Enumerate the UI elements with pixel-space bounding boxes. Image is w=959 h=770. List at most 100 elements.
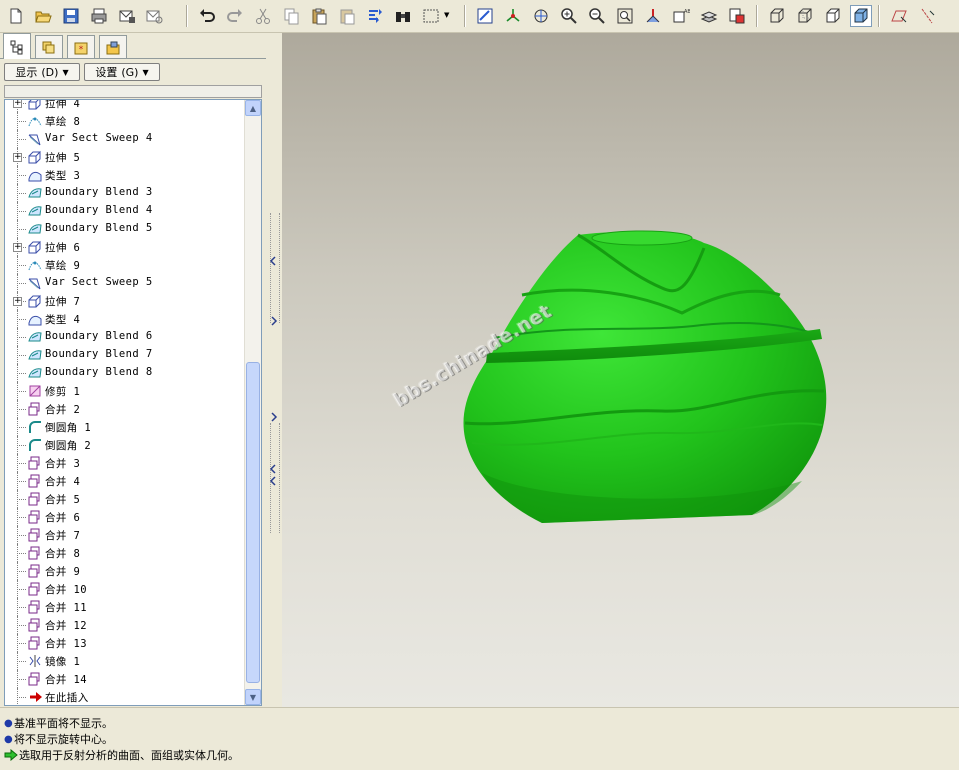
- tree-item[interactable]: 合并 6: [5, 508, 245, 526]
- tree-item[interactable]: Boundary Blend 7: [5, 346, 245, 364]
- find-button[interactable]: [392, 5, 414, 27]
- no-hidden-icon: [826, 8, 840, 23]
- reorient-button[interactable]: [642, 5, 664, 27]
- scroll-down-button[interactable]: ▼: [245, 689, 261, 705]
- tree-item-label: 合并 6: [45, 512, 81, 524]
- graphics-window[interactable]: bbs.chinade.net: [282, 33, 959, 707]
- tree-item[interactable]: 合并 11: [5, 598, 245, 616]
- tree-item[interactable]: Boundary Blend 5: [5, 220, 245, 238]
- tree-item[interactable]: 合并 2: [5, 400, 245, 418]
- tree-item[interactable]: 合并 3: [5, 454, 245, 472]
- tree-item[interactable]: 合并 14: [5, 670, 245, 688]
- scroll-up-button[interactable]: ▲: [245, 100, 261, 116]
- no-hidden-button[interactable]: [822, 5, 844, 27]
- blend-feature-icon: [28, 188, 42, 198]
- tree-item[interactable]: Boundary Blend 4: [5, 202, 245, 220]
- vase-model[interactable]: [282, 33, 959, 707]
- tree-item[interactable]: + 拉伸 5: [5, 148, 245, 166]
- tab-layer-tree[interactable]: [35, 35, 63, 59]
- datum-axes-button[interactable]: [916, 5, 938, 27]
- tree-item[interactable]: 合并 8: [5, 544, 245, 562]
- zoom-out-button[interactable]: [586, 5, 608, 27]
- tree-item[interactable]: 倒圆角 2: [5, 436, 245, 454]
- tree-item-label: Boundary Blend 5: [45, 222, 153, 234]
- expand-toggle[interactable]: +: [13, 153, 22, 162]
- tree-item[interactable]: 合并 7: [5, 526, 245, 544]
- spin-center-button[interactable]: [502, 5, 524, 27]
- tree-item[interactable]: 镜像 1: [5, 652, 245, 670]
- tree-item[interactable]: 草绘 9: [5, 256, 245, 274]
- new-file-button[interactable]: [5, 5, 27, 27]
- tree-item[interactable]: + 拉伸 6: [5, 238, 245, 256]
- expand-toggle[interactable]: +: [13, 243, 22, 252]
- tree-connector: [17, 445, 26, 446]
- open-button[interactable]: [32, 5, 54, 27]
- print-button[interactable]: [88, 5, 110, 27]
- layers-button[interactable]: [698, 5, 720, 27]
- select-box-button[interactable]: [420, 5, 442, 27]
- paste-special-button[interactable]: [336, 5, 358, 27]
- tree-item[interactable]: 类型 4: [5, 310, 245, 328]
- blend-feature-icon: [28, 368, 42, 378]
- tree-item[interactable]: 合并 12: [5, 616, 245, 634]
- hidden-line-button[interactable]: [794, 5, 816, 27]
- refit-button[interactable]: [614, 5, 636, 27]
- tree-item[interactable]: Boundary Blend 8: [5, 364, 245, 382]
- zoom-in-button[interactable]: [558, 5, 580, 27]
- tree-item-label: 合并 4: [45, 476, 81, 488]
- tree-item[interactable]: 倒圆角 1: [5, 418, 245, 436]
- expand-toggle[interactable]: +: [13, 297, 22, 306]
- mirror-feature-icon: [29, 655, 41, 667]
- tree-item-label: 合并 8: [45, 548, 81, 560]
- orient-button[interactable]: [530, 5, 552, 27]
- view-manager-button[interactable]: [726, 5, 748, 27]
- tree-item[interactable]: 合并 13: [5, 634, 245, 652]
- open-folder-icon: [35, 11, 52, 23]
- saved-views-button[interactable]: AB: [670, 5, 692, 27]
- tree-item-label: 合并 14: [45, 674, 87, 686]
- splitter-arrows: [269, 464, 276, 486]
- tree-item[interactable]: + 拉伸 4: [5, 100, 245, 112]
- tree-item[interactable]: + 拉伸 7: [5, 292, 245, 310]
- copy-button[interactable]: [280, 5, 302, 27]
- tree-item[interactable]: Var Sect Sweep 4: [5, 130, 245, 148]
- panel-splitter[interactable]: [266, 33, 282, 707]
- redo-button[interactable]: [224, 5, 246, 27]
- tree-item[interactable]: 类型 3: [5, 166, 245, 184]
- tree-vertical-scrollbar[interactable]: ▲ ▼: [244, 100, 261, 705]
- tree-item[interactable]: 合并 9: [5, 562, 245, 580]
- tree-item[interactable]: Boundary Blend 6: [5, 328, 245, 346]
- tab-model-tree[interactable]: [3, 33, 31, 59]
- tree-item[interactable]: Var Sect Sweep 5: [5, 274, 245, 292]
- chevron-down-icon: ▼: [249, 692, 257, 702]
- email-link-button[interactable]: [143, 5, 165, 27]
- show-menu-button[interactable]: 显示 (D) ▼: [4, 63, 80, 81]
- cut-button[interactable]: [252, 5, 274, 27]
- tab-folder-browser[interactable]: [99, 35, 127, 59]
- tree-item[interactable]: 修剪 1: [5, 382, 245, 400]
- undo-button[interactable]: [196, 5, 218, 27]
- email-button[interactable]: [116, 5, 138, 27]
- chevron-down-icon[interactable]: ▼: [444, 11, 449, 19]
- shading-button[interactable]: [850, 5, 872, 27]
- paste-button[interactable]: [308, 5, 330, 27]
- insert-here-marker[interactable]: 在此插入: [5, 688, 245, 705]
- repaint-button[interactable]: [474, 5, 496, 27]
- message-text: 选取用于反射分析的曲面、面组或实体几何。: [19, 749, 239, 762]
- tree-item-label: 修剪 1: [45, 386, 81, 398]
- tree-item[interactable]: 草绘 8: [5, 112, 245, 130]
- scrollbar-thumb[interactable]: [246, 362, 260, 683]
- tree-item[interactable]: 合并 4: [5, 472, 245, 490]
- datum-planes-button[interactable]: [888, 5, 910, 27]
- tab-favorites[interactable]: *: [67, 35, 95, 59]
- vase-body: [463, 231, 827, 523]
- regenerate-button[interactable]: [364, 5, 386, 27]
- tree-item[interactable]: 合并 5: [5, 490, 245, 508]
- settings-menu-button[interactable]: 设置 (G) ▼: [84, 63, 160, 81]
- wireframe-button[interactable]: [766, 5, 788, 27]
- tree-item-label: 草绘 8: [45, 116, 81, 128]
- save-button[interactable]: [60, 5, 82, 27]
- tree-item[interactable]: 合并 10: [5, 580, 245, 598]
- expand-toggle[interactable]: +: [13, 100, 22, 108]
- tree-item[interactable]: Boundary Blend 3: [5, 184, 245, 202]
